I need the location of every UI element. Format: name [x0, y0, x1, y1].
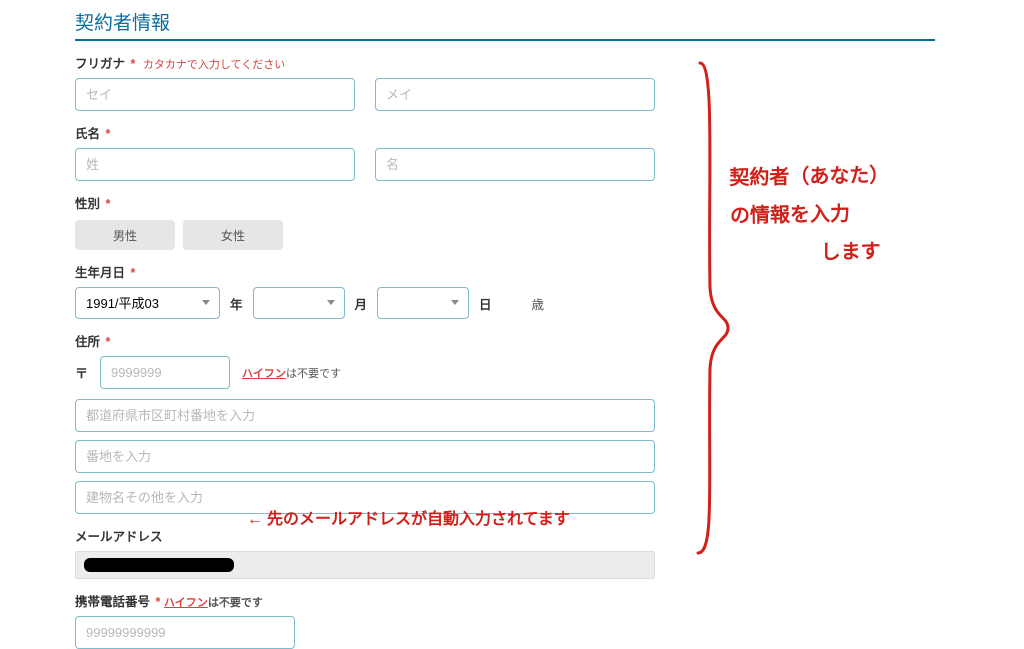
hyphen-link[interactable]: ハイフン — [164, 597, 208, 609]
postal-input[interactable] — [100, 356, 230, 389]
dob-year-select[interactable]: 1991/平成03 — [75, 287, 220, 319]
hyphen-link[interactable]: ハイフン — [242, 368, 286, 380]
gender-female-button[interactable]: 女性 — [183, 220, 283, 250]
furigana-sei-input[interactable] — [75, 78, 355, 111]
name-sei-input[interactable] — [75, 148, 355, 181]
email-readonly-field — [75, 551, 655, 579]
dob-year-unit: 年 — [230, 294, 243, 313]
address-line2-input[interactable] — [75, 440, 655, 473]
dob-age-unit: 歳 — [532, 294, 545, 313]
dob-month-select[interactable] — [253, 287, 345, 319]
required-mark: * — [106, 335, 111, 349]
annotation-side: 契約者（あなた） の情報を入力 します — [729, 157, 891, 274]
required-mark: * — [106, 127, 111, 141]
gender-male-button[interactable]: 男性 — [75, 220, 175, 250]
furigana-label: フリガナ * カタカナで入力してください — [75, 53, 675, 72]
furigana-hint: カタカナで入力してください — [143, 59, 285, 71]
required-mark: * — [131, 57, 136, 71]
gender-label: 性別 * — [75, 193, 675, 212]
annotation-bracket — [690, 58, 730, 558]
dob-month-unit: 月 — [355, 294, 368, 313]
required-mark: * — [131, 266, 136, 280]
dob-day-select[interactable] — [377, 287, 469, 319]
email-redacted — [84, 558, 234, 572]
phone-label: 携帯電話番号 * ハイフンは不要です — [75, 591, 675, 610]
required-mark: * — [156, 595, 161, 609]
name-label: 氏名 * — [75, 123, 675, 142]
dob-day-unit: 日 — [479, 294, 492, 313]
required-mark: * — [106, 197, 111, 211]
postal-hyphen-note: ハイフンは不要です — [242, 365, 341, 381]
address-label: 住所 * — [75, 331, 675, 350]
furigana-mei-input[interactable] — [375, 78, 655, 111]
address-line1-input[interactable] — [75, 399, 655, 432]
postal-mark: 〒 — [75, 363, 88, 382]
phone-input[interactable] — [75, 616, 295, 649]
annotation-email: ← 先のメールアドレスが自動入力されてます — [247, 505, 570, 529]
name-mei-input[interactable] — [375, 148, 655, 181]
dob-label: 生年月日 * — [75, 262, 675, 281]
section-title: 契約者情報 — [75, 8, 935, 41]
